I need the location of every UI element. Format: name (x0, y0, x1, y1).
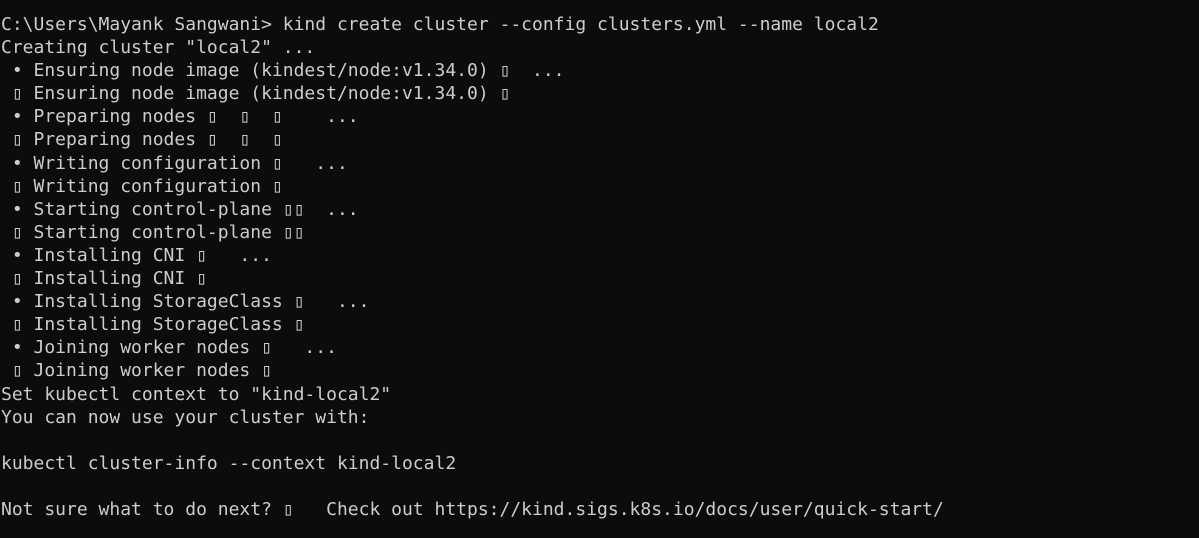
output-line: • Installing StorageClass ▯ ... (1, 291, 370, 313)
output-line: Not sure what to do next? ▯ Check out ht… (1, 498, 944, 520)
output-line: • Preparing nodes ▯ ▯ ▯ ... (1, 106, 359, 128)
output-line: ▯ Installing CNI ▯ (1, 268, 207, 290)
output-line: ▯ Ensuring node image (kindest/node:v1.3… (1, 83, 511, 105)
output-line: ▯ Joining worker nodes ▯ (1, 360, 272, 382)
output-line: • Ensuring node image (kindest/node:v1.3… (1, 60, 565, 82)
command-prompt-line: C:\Users\Mayank Sangwani> kind create cl… (1, 14, 879, 35)
output-line: • Installing CNI ▯ ... (1, 244, 272, 266)
output-line: You can now use your cluster with: (1, 406, 370, 428)
output-line: ▯ Installing StorageClass ▯ (1, 314, 305, 336)
terminal-window[interactable]: C:\Users\Mayank Sangwani> kind create cl… (0, 0, 1199, 538)
output-line: ▯ Preparing nodes ▯ ▯ ▯ (1, 129, 283, 151)
output-line: • Starting control-plane ▯▯ ... (1, 198, 359, 220)
output-line: ▯ Writing configuration ▯ (1, 175, 283, 197)
output-line: • Joining worker nodes ▯ ... (1, 337, 337, 359)
output-line: kubectl cluster-info --context kind-loca… (1, 452, 457, 474)
output-line: Creating cluster "local2" ... (1, 37, 316, 59)
output-line: • Writing configuration ▯ ... (1, 152, 348, 174)
output-line: ▯ Starting control-plane ▯▯ (1, 221, 305, 243)
output-line: Set kubectl context to "kind-local2" (1, 383, 392, 405)
